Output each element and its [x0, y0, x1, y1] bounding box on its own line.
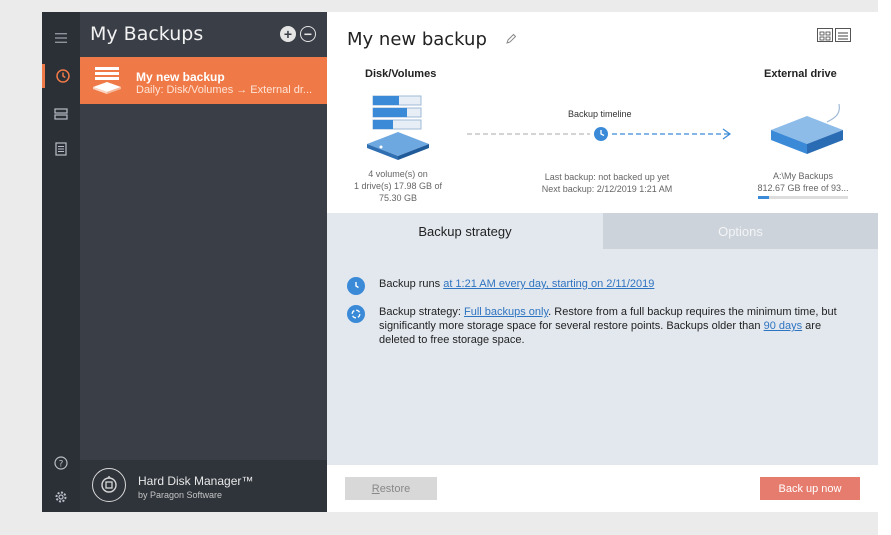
backup-item-name: My new backup [136, 70, 225, 84]
strategy-cycle-icon [347, 305, 365, 323]
external-drive-icon [771, 103, 843, 154]
help-icon[interactable]: ? [42, 451, 80, 475]
remove-backup-button[interactable]: − [300, 26, 316, 42]
timeline-label: Backup timeline [568, 109, 632, 119]
app-window: ? My Backups + − My new backup Daily: Di… [42, 12, 878, 512]
menu-icon[interactable] [42, 26, 80, 50]
tab-bar: Backup strategy Options [327, 213, 878, 249]
backups-panel: My Backups + − My new backup Daily: Disk… [80, 12, 327, 512]
strategy-prefix: Backup strategy: [379, 306, 464, 318]
destination-usage-bar [758, 196, 848, 199]
disk-volumes-icon [367, 95, 429, 160]
page-title: My new backup [347, 29, 487, 50]
product-name: Hard Disk Manager™ [138, 474, 254, 488]
hdm-logo-icon [92, 468, 126, 502]
next-backup-text: Next backup: 2/12/2019 1:21 AM [541, 184, 673, 194]
restore-button[interactable]: Restore [345, 477, 437, 500]
strategy-panel: Backup runs at 1:21 AM every day, starti… [327, 249, 878, 465]
panel-title: My Backups [90, 23, 204, 45]
backup-item-subtitle: Daily: Disk/Volumes → External dr... [136, 84, 313, 96]
clock-icon[interactable] [42, 64, 80, 88]
source-info-line: 1 drive(s) 17.98 GB of [353, 181, 443, 191]
strategy-type-link[interactable]: Full backups only [464, 306, 548, 318]
desktop-background-right [878, 0, 891, 535]
drives-icon[interactable] [42, 102, 80, 126]
edit-icon[interactable] [505, 32, 517, 50]
tab-options[interactable]: Options [603, 213, 878, 249]
list-view-icon[interactable] [835, 28, 851, 42]
add-backup-button[interactable]: + [280, 26, 296, 42]
timeline-status: Last backup: not backed up yet Next back… [537, 171, 677, 195]
back-up-now-button[interactable]: Back up now [760, 477, 860, 500]
product-footer: Hard Disk Manager™ by Paragon Software [80, 460, 327, 512]
destination-info-line: A:\My Backups [772, 171, 834, 181]
last-backup-text: Last backup: not backed up yet [544, 172, 670, 182]
clock-icon [347, 277, 365, 295]
retention-days-link[interactable]: 90 days [764, 320, 803, 332]
schedule-link[interactable]: at 1:21 AM every day, starting on 2/11/2… [443, 278, 654, 290]
schedule-prefix: Backup runs [379, 278, 444, 290]
source-info: 4 volume(s) on 1 drive(s) 17.98 GB of 75… [347, 168, 449, 204]
destination-info-line: 812.67 GB free of 93... [757, 183, 849, 193]
main-area: My new backup Disk/Volumes External driv… [327, 12, 878, 512]
restore-label-initial: R [371, 482, 380, 495]
strategy-row: Backup strategy: Full backups only. Rest… [347, 305, 859, 347]
backup-list-item[interactable]: My new backup Daily: Disk/Volumes → Exte… [80, 57, 327, 104]
destination-title: External drive [764, 68, 837, 80]
source-info-line: 75.30 GB [378, 193, 418, 203]
settings-icon[interactable] [42, 485, 80, 509]
nav-rail: ? [42, 12, 80, 512]
destination-usage-fill [758, 196, 769, 199]
tile-view-icon[interactable] [817, 28, 833, 42]
restore-label: estore [379, 482, 411, 495]
tab-backup-strategy[interactable]: Backup strategy [327, 213, 603, 249]
backup-drive-icon [93, 67, 121, 94]
destination-info: A:\My Backups 812.67 GB free of 93... [747, 170, 859, 194]
desktop-background-left [0, 0, 42, 535]
view-toggle [817, 28, 851, 42]
action-footer: Restore Back up now [327, 465, 878, 512]
svg-text:?: ? [59, 460, 64, 470]
backup-timeline [467, 127, 732, 141]
source-title: Disk/Volumes [365, 68, 437, 80]
product-vendor: by Paragon Software [138, 490, 223, 500]
schedule-row: Backup runs at 1:21 AM every day, starti… [347, 277, 859, 295]
source-info-line: 4 volume(s) on [368, 169, 428, 179]
log-icon[interactable] [42, 137, 80, 161]
